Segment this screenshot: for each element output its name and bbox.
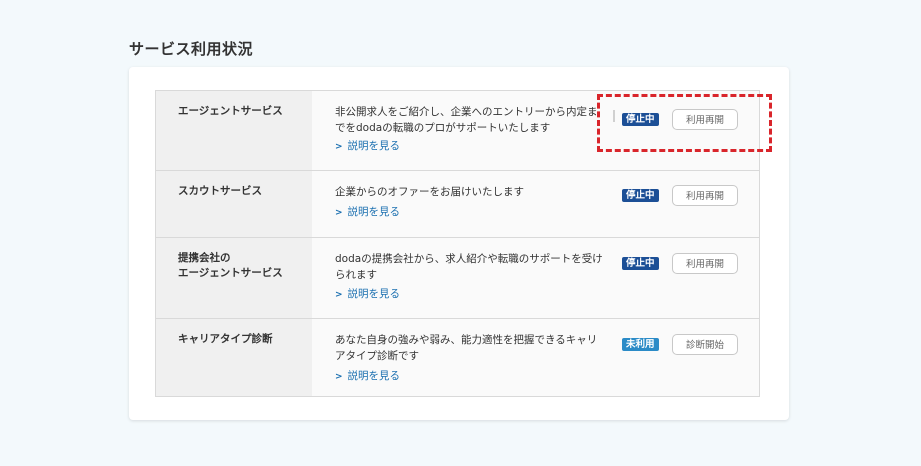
- service-table: エージェントサービス 非公開求人をご紹介し、企業へのエントリーから内定までをdo…: [155, 90, 760, 397]
- service-row-agent: エージェントサービス 非公開求人をご紹介し、企業へのエントリーから内定までをdo…: [156, 91, 759, 171]
- resume-button[interactable]: 利用再開: [672, 109, 738, 130]
- details-link[interactable]: > 説明を見る: [335, 369, 400, 384]
- status-badge: 停止中: [622, 113, 659, 126]
- service-name-cell: キャリアタイプ診断: [156, 319, 312, 396]
- chevron-right-icon: >: [335, 208, 343, 218]
- service-name: 提携会社の エージェントサービス: [178, 252, 283, 279]
- service-row-scout: スカウトサービス 企業からのオファーをお届けいたします > 説明を見る 停止中 利…: [156, 171, 759, 238]
- service-description: dodaの提携会社から、求人紹介や転職のサポートを受けられます: [335, 253, 603, 281]
- service-description: 非公開求人をご紹介し、企業へのエントリーから内定までをdodaの転職のプロがサポ…: [335, 106, 598, 134]
- service-name-cell: エージェントサービス: [156, 91, 312, 170]
- details-link[interactable]: > 説明を見る: [335, 205, 400, 220]
- status-badge: 停止中: [622, 189, 659, 202]
- status-badge: 停止中: [622, 257, 659, 270]
- resume-button[interactable]: 利用再開: [672, 185, 738, 206]
- service-description: 企業からのオファーをお届けいたします: [335, 186, 524, 198]
- service-name: エージェントサービス: [178, 105, 283, 117]
- chevron-right-icon: >: [335, 372, 343, 382]
- chevron-right-icon: >: [335, 142, 343, 152]
- service-name: スカウトサービス: [178, 185, 262, 197]
- service-row-career-type: キャリアタイプ診断 あなた自身の強みや弱み、能力適性を把握できるキャリアタイプ診…: [156, 319, 759, 396]
- details-link[interactable]: > 説明を見る: [335, 139, 400, 154]
- service-status-card: エージェントサービス 非公開求人をご紹介し、企業へのエントリーから内定までをdo…: [129, 67, 789, 420]
- service-name-cell: スカウトサービス: [156, 171, 312, 237]
- resume-button[interactable]: 利用再開: [672, 253, 738, 274]
- service-name-cell: 提携会社の エージェントサービス: [156, 238, 312, 318]
- service-row-partner-agent: 提携会社の エージェントサービス dodaの提携会社から、求人紹介や転職のサポー…: [156, 238, 759, 319]
- service-name: キャリアタイプ診断: [178, 333, 273, 345]
- page-title: サービス利用状況: [129, 40, 254, 58]
- status-badge: 未利用: [622, 338, 659, 351]
- chevron-right-icon: >: [335, 290, 343, 300]
- start-diagnosis-button[interactable]: 診断開始: [672, 334, 738, 355]
- service-description: あなた自身の強みや弱み、能力適性を把握できるキャリアタイプ診断です: [335, 334, 598, 362]
- divider: [613, 110, 615, 122]
- details-link[interactable]: > 説明を見る: [335, 287, 400, 302]
